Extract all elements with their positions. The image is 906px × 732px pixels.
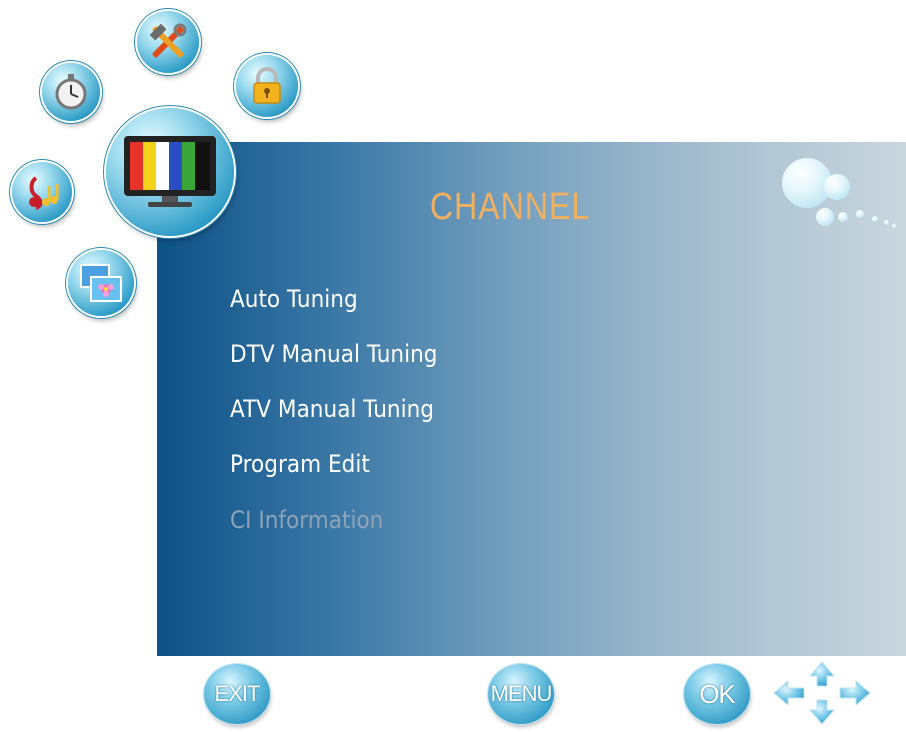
decorative-bubbles xyxy=(776,152,906,242)
menu-item-program-edit[interactable]: Program Edit xyxy=(230,450,370,478)
menu-item-auto-tuning[interactable]: Auto Tuning xyxy=(230,285,358,313)
tools-category-button[interactable] xyxy=(137,11,199,73)
tv-icon xyxy=(124,136,216,207)
lock-icon xyxy=(253,67,281,104)
navigation-arrows-icon[interactable] xyxy=(770,660,874,726)
page-title: CHANNEL xyxy=(429,186,591,228)
photo-icon xyxy=(80,264,122,302)
menu-item-atv-manual-tuning[interactable]: ATV Manual Tuning xyxy=(230,395,434,423)
channel-category-button[interactable] xyxy=(106,108,234,236)
ok-button[interactable]: OK xyxy=(684,664,750,724)
picture-category-button[interactable] xyxy=(68,250,134,316)
clock-category-button[interactable] xyxy=(42,63,100,121)
menu-item-dtv-manual-tuning[interactable]: DTV Manual Tuning xyxy=(230,340,438,368)
clock-icon xyxy=(55,74,87,110)
exit-button[interactable]: EXIT xyxy=(204,664,270,724)
lock-category-button[interactable] xyxy=(236,55,298,117)
menu-button[interactable]: MENU xyxy=(488,664,554,724)
music-icon xyxy=(29,176,59,210)
sound-category-button[interactable] xyxy=(12,162,72,222)
menu-item-ci-information: CI Information xyxy=(230,506,384,534)
tools-icon xyxy=(150,23,187,58)
